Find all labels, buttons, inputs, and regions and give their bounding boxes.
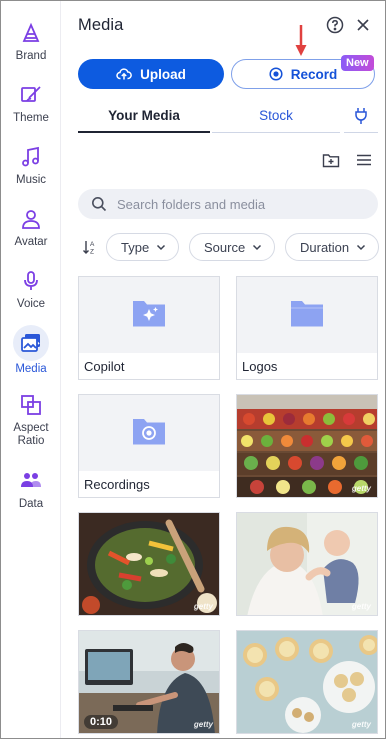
upload-cloud-icon <box>116 68 132 80</box>
produce-image <box>237 395 377 497</box>
sidebar-item-label: Music <box>15 174 47 186</box>
tab-plugins[interactable] <box>344 105 378 133</box>
media-icon <box>21 334 40 352</box>
sidebar-item-music[interactable]: Music <box>1 145 61 187</box>
folder-card-recordings[interactable]: Recordings <box>78 394 220 498</box>
plug-icon <box>355 108 367 124</box>
chevron-down-icon <box>357 244 366 251</box>
search-bar <box>78 189 378 219</box>
aspect-label-line1: Aspect <box>13 422 49 434</box>
sort-icon[interactable]: AZ <box>81 238 99 256</box>
svg-text:A: A <box>90 241 95 248</box>
panel-title: Media <box>78 16 124 34</box>
brand-icon <box>22 22 40 42</box>
media-thumbnail-produce[interactable]: getty <box>236 394 378 498</box>
aspect-ratio-icon <box>21 395 41 415</box>
tab-stock[interactable]: Stock <box>212 105 340 133</box>
folder-thumb <box>237 277 377 353</box>
active-indicator <box>13 325 49 361</box>
folder-icon <box>291 301 323 327</box>
mother-child-image <box>237 513 377 615</box>
upload-button-label: Upload <box>140 66 186 82</box>
new-badge: New <box>341 55 374 71</box>
sidebar-nav: Brand Theme Music Avatar Voice Media Asp… <box>1 1 61 738</box>
music-icon <box>22 146 39 167</box>
menu-icon[interactable] <box>355 151 373 169</box>
filter-source-label: Source <box>204 239 246 255</box>
sidebar-item-label: Voice <box>16 298 46 310</box>
sidebar-item-theme[interactable]: Theme <box>1 83 61 125</box>
media-thumbnail-family[interactable]: getty <box>236 512 378 616</box>
sidebar-item-aspect-ratio[interactable]: Aspect Ratio <box>1 393 61 448</box>
sidebar-item-data[interactable]: Data <box>1 469 61 511</box>
filter-source[interactable]: Source <box>189 233 276 261</box>
filter-duration-label: Duration <box>300 239 350 255</box>
folder-thumb <box>79 277 219 353</box>
app-window: Brand Theme Music Avatar Voice Media Asp… <box>0 0 386 739</box>
sidebar-item-label: Theme <box>13 112 49 124</box>
close-icon[interactable] <box>354 16 372 34</box>
search-icon <box>92 197 107 212</box>
folder-card-logos[interactable]: Logos <box>236 276 378 380</box>
data-icon <box>21 473 41 487</box>
media-tabs: Your Media Stock <box>78 105 378 133</box>
getty-watermark: getty <box>193 602 213 611</box>
sidebar-item-voice[interactable]: Voice <box>1 269 61 311</box>
folder-card-copilot[interactable]: Copilot <box>78 276 220 380</box>
avatar-icon <box>22 210 40 229</box>
record-icon <box>269 67 283 81</box>
search-input[interactable] <box>117 196 347 212</box>
folder-name: Copilot <box>84 359 125 374</box>
sidebar-item-media[interactable]: Media <box>1 325 61 376</box>
sidebar-item-label: Media <box>15 363 47 375</box>
media-thumbnail-office-video[interactable]: 0:10 getty <box>78 630 220 734</box>
folder-name: Logos <box>242 359 278 374</box>
media-thumbnail-tarts[interactable]: getty <box>236 630 378 734</box>
chevron-down-icon <box>157 244 166 251</box>
getty-watermark: getty <box>351 602 371 611</box>
upload-button[interactable]: Upload <box>78 59 224 89</box>
filter-duration[interactable]: Duration <box>285 233 380 261</box>
help-icon[interactable] <box>326 16 344 34</box>
aspect-label-line2: Ratio <box>17 435 45 447</box>
annotation-arrow-icon <box>295 25 307 56</box>
sidebar-item-brand[interactable]: Brand <box>1 21 61 63</box>
folder-name: Recordings <box>84 477 150 492</box>
media-panel: Media Upload Record New Your Media Stock <box>62 1 385 738</box>
folder-thumb <box>79 395 219 471</box>
filter-type-label: Type <box>121 239 150 255</box>
recordings-folder-icon <box>133 419 165 445</box>
theme-icon <box>21 86 41 102</box>
chevron-down-icon <box>253 244 262 251</box>
media-thumbnail-stir-fry[interactable]: getty <box>78 512 220 616</box>
voice-icon <box>24 271 38 290</box>
sidebar-item-label: Avatar <box>14 236 48 248</box>
sidebar-item-label: Aspect Ratio <box>1 422 61 448</box>
getty-watermark: getty <box>351 720 371 729</box>
svg-text:Z: Z <box>90 249 94 256</box>
sidebar-item-avatar[interactable]: Avatar <box>1 207 61 249</box>
getty-watermark: getty <box>193 720 213 729</box>
tarts-image <box>237 631 377 733</box>
record-button-label: Record <box>290 66 338 82</box>
filter-type[interactable]: Type <box>106 233 180 261</box>
tab-your-media[interactable]: Your Media <box>78 105 210 133</box>
stir-fry-image <box>79 513 219 615</box>
copilot-folder-icon <box>133 301 165 327</box>
getty-watermark: getty <box>351 484 371 493</box>
sidebar-item-label: Brand <box>15 50 47 62</box>
new-folder-icon[interactable] <box>322 151 340 169</box>
video-duration: 0:10 <box>84 715 119 729</box>
sidebar-item-label: Data <box>18 498 44 510</box>
filter-bar: AZ Type Source Duration <box>72 232 385 262</box>
